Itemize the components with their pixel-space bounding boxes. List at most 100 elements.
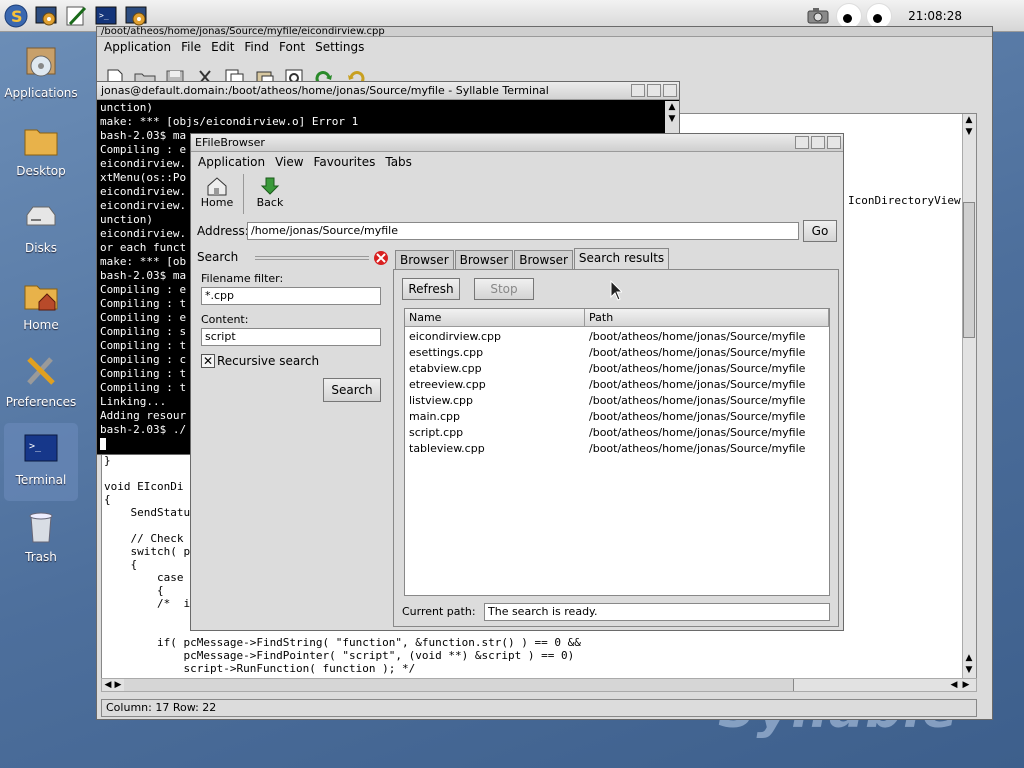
file-browser-toolbar: Home Back [191,172,843,220]
editor-vertical-scrollbar[interactable]: ▲ ▼ ▲ ▼ [962,114,976,688]
file-name-cell: esettings.cpp [409,346,484,359]
code-line: pcMessage->FindPointer( "script", (void … [104,649,575,662]
camera-icon[interactable] [806,4,830,28]
editor-horizontal-scroll-thumb[interactable] [124,679,794,691]
desktop-icon-disks[interactable]: Disks [4,195,78,267]
menu-application[interactable]: Application [193,155,270,169]
editor-vertical-scroll-thumb[interactable] [963,202,975,338]
refresh-button[interactable]: Refresh [402,278,460,300]
menu-tabs[interactable]: Tabs [380,155,417,169]
scroll-up-arrow-icon[interactable]: ▲ [666,101,678,113]
syllable-menu-icon[interactable]: S [4,4,28,28]
terminal-title-bar[interactable]: jonas@default.domain:/boot/atheos/home/j… [97,82,679,100]
scroll-right-arrow-icon[interactable]: ▶ [112,679,124,691]
code-lines-lower: if( pcMessage->FindString( "function", &… [104,636,581,675]
file-name-cell: listview.cpp [409,394,473,407]
editor-title: /boot/atheos/home/jonas/Source/myfile/ei… [97,27,992,37]
desktop-icon-trash[interactable]: Trash [4,504,78,576]
close-search-icon[interactable] [373,250,389,269]
column-header-path[interactable]: Path [585,309,829,327]
table-row[interactable]: etreeview.cpp/boot/atheos/home/jonas/Sou… [407,377,827,393]
terminal-icon[interactable]: >_ [94,4,118,28]
results-list[interactable]: Name Path eicondirview.cpp/boot/atheos/h… [404,308,830,596]
file-name-cell: tableview.cpp [409,442,485,455]
code-line: script->RunFunction( function ); */ [104,662,416,675]
file-name-cell: main.cpp [409,410,460,423]
terminal-line: unction) [100,101,153,114]
maximize-button[interactable] [811,136,825,149]
tab-browser-2[interactable]: Browser [454,250,514,270]
table-row[interactable]: script.cpp/boot/atheos/home/jonas/Source… [407,425,827,441]
menu-view[interactable]: View [270,155,308,169]
tab-browser-3[interactable]: Browser [514,250,573,270]
desktop-icon-preferences[interactable]: Preferences [4,349,78,421]
scroll-right-arrow-icon[interactable]: ▶ [960,679,972,691]
table-row[interactable]: eicondirview.cpp/boot/atheos/home/jonas/… [407,329,827,345]
close-button[interactable] [663,84,677,97]
code-line: if( pcMessage->FindString( "function", &… [104,636,581,649]
code-line: SendStatu [104,506,191,519]
scroll-left-arrow-icon[interactable]: ◀ [948,679,960,691]
editor-horizontal-scrollbar[interactable]: ◀ ▶ ◀ ▶ [101,678,977,692]
back-button[interactable]: Back [248,174,292,218]
tab-browser-1[interactable]: Browser [395,250,454,270]
home-icon [207,177,227,196]
table-row[interactable]: listview.cpp/boot/atheos/home/jonas/Sour… [407,393,827,409]
table-row[interactable]: esettings.cpp/boot/atheos/home/jonas/Sou… [407,345,827,361]
trash-icon [21,506,61,546]
applications-icon [21,42,61,82]
file-path-cell: /boot/atheos/home/jonas/Source/myfile [589,442,806,455]
menu-application[interactable]: Application [99,40,176,54]
desktop-icon-applications[interactable]: Applications [4,40,78,112]
recursive-search-checkbox[interactable]: ✕ [201,354,215,368]
menu-file[interactable]: File [176,40,206,54]
go-button[interactable]: Go [803,220,837,242]
address-input[interactable]: /home/jonas/Source/myfile [247,222,799,240]
scroll-down-arrow-icon[interactable]: ▼ [666,113,678,125]
toolbar-separator [243,174,244,214]
desktop-icon-desktop[interactable]: Desktop [4,118,78,190]
menu-find[interactable]: Find [239,40,274,54]
mouse-cursor-icon [610,279,624,305]
file-browser-menubar: Application View Favourites Tabs [191,152,843,172]
menu-favourites[interactable]: Favourites [309,155,381,169]
table-row[interactable]: etabview.cpp/boot/atheos/home/jonas/Sour… [407,361,827,377]
menu-font[interactable]: Font [274,40,310,54]
home-button[interactable]: Home [195,174,239,218]
table-row[interactable]: tableview.cpp/boot/atheos/home/jonas/Sou… [407,441,827,457]
terminal-title: jonas@default.domain:/boot/atheos/home/j… [101,84,549,97]
maximize-button[interactable] [647,84,661,97]
tab-search-results[interactable]: Search results [573,248,670,270]
menu-edit[interactable]: Edit [206,40,239,54]
file-path-cell: /boot/atheos/home/jonas/Source/myfile [589,346,806,359]
desktop-icon-label: Desktop [16,164,66,178]
search-results-panel: Refresh Stop Name Path eicondirview.cpp /… [393,269,839,627]
filename-filter-input[interactable]: *.cpp [201,287,381,305]
clock: 21:08:28 [908,9,962,23]
code-line: case [104,571,184,584]
recursive-search-label: Recursive search [217,354,320,368]
preferences-gear-icon[interactable] [124,4,148,28]
file-browser-title-bar[interactable]: EFileBrowser [191,134,843,152]
terminal-cursor [100,438,106,450]
scroll-down-arrow-icon[interactable]: ▼ [963,664,975,676]
desktop-icon-home[interactable]: Home [4,272,78,344]
stop-button[interactable]: Stop [474,278,534,300]
minimize-button[interactable] [795,136,809,149]
column-header-name[interactable]: Name [405,309,585,327]
table-row[interactable]: main.cpp/boot/atheos/home/jonas/Source/m… [407,409,827,425]
desktop-icon-label: Disks [24,241,58,255]
search-panel: Search Filename filter: *.cpp Content: s… [195,248,389,626]
settings-gear-icon[interactable] [34,4,58,28]
scroll-up-arrow-icon[interactable]: ▲ [963,114,975,126]
scroll-down-arrow-icon[interactable]: ▼ [963,126,975,138]
editor-pen-icon[interactable] [64,4,88,28]
scroll-up-arrow-icon[interactable]: ▲ [963,652,975,664]
close-button[interactable] [827,136,841,149]
content-input[interactable]: script [201,328,381,346]
minimize-button[interactable] [631,84,645,97]
menu-settings[interactable]: Settings [310,40,369,54]
file-browser-title: EFileBrowser [195,136,265,149]
search-button[interactable]: Search [323,378,381,402]
desktop-icon-terminal[interactable]: >_ Terminal [4,423,78,501]
